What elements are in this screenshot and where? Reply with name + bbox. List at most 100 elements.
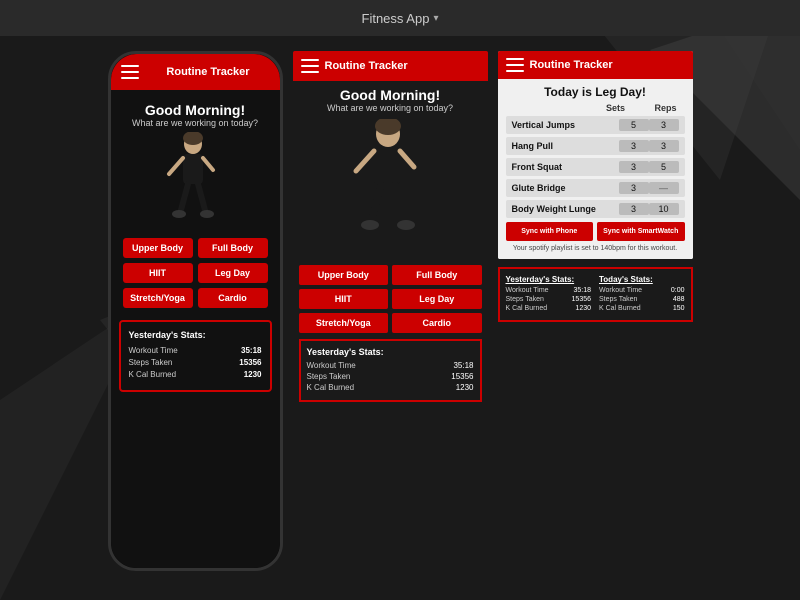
- tracker-card: Routine Tracker Today is Leg Day! Sets R…: [498, 51, 693, 259]
- phone-btn-hiit[interactable]: HIIT: [123, 263, 193, 283]
- phone-stat-value-2: 1230: [244, 370, 262, 379]
- tracker-day-title: Today is Leg Day!: [506, 85, 685, 99]
- tracker-col-sets: Sets: [601, 103, 631, 113]
- app-title-text: Fitness App: [362, 11, 430, 26]
- hamburger-line-3: [121, 77, 139, 79]
- yesterday-stats-title: Yesterday's Stats:: [506, 275, 592, 284]
- yesterday-label-2: K Cal Burned: [506, 305, 548, 312]
- exercise-reps-2: 5: [649, 161, 679, 173]
- phone-stat-label-0: Workout Time: [129, 346, 178, 355]
- exercise-sets-2: 3: [619, 161, 649, 173]
- phone-subtitle: What are we working on today?: [132, 118, 258, 128]
- today-value-0: 0:00: [671, 287, 685, 294]
- exercise-sets-0: 5: [619, 119, 649, 131]
- tracker-col-reps: Reps: [651, 103, 681, 113]
- phone-stats-title: Yesterday's Stats:: [129, 330, 262, 340]
- exercise-row-1: Hang Pull 3 3: [506, 137, 685, 155]
- phone-mockup: Routine Tracker Good Morning! What are w…: [108, 51, 283, 571]
- sync-phone-button[interactable]: Sync with Phone: [506, 222, 594, 241]
- phone-stat-value-1: 15356: [239, 358, 261, 367]
- tracker-hamburger-icon[interactable]: [506, 58, 524, 72]
- today-stat-row-1: Steps Taken 488: [599, 296, 685, 303]
- phone-fitness-figure: [155, 132, 235, 232]
- yesterday-stat-row-0: Workout Time 35:18: [506, 287, 592, 294]
- middle-stat-row-2: K Cal Burned 1230: [307, 383, 474, 392]
- main-content: Routine Tracker Good Morning! What are w…: [0, 36, 800, 600]
- tracker-hamburger-line-1: [506, 58, 524, 60]
- phone-btn-leg-day[interactable]: Leg Day: [198, 263, 268, 283]
- tracker-title: Routine Tracker: [530, 59, 613, 71]
- middle-btn-upper-body[interactable]: Upper Body: [299, 265, 389, 285]
- today-stat-row-2: K Cal Burned 150: [599, 305, 685, 312]
- phone-stat-row-1: Steps Taken 15356: [129, 358, 262, 367]
- yesterday-label-1: Steps Taken: [506, 296, 544, 303]
- yesterday-value-2: 1230: [575, 305, 591, 312]
- exercise-name-0: Vertical Jumps: [512, 120, 619, 130]
- yesterday-value-0: 35:18: [573, 287, 591, 294]
- middle-panel: Routine Tracker Good Morning! What are w…: [293, 51, 488, 408]
- middle-stat-label-2: K Cal Burned: [307, 383, 355, 392]
- exercise-name-4: Body Weight Lunge: [512, 204, 619, 214]
- middle-hamburger-line-3: [301, 71, 319, 73]
- today-label-0: Workout Time: [599, 287, 642, 294]
- today-label-2: K Cal Burned: [599, 305, 641, 312]
- exercise-reps-1: 3: [649, 140, 679, 152]
- yesterday-stats-col: Yesterday's Stats: Workout Time 35:18 St…: [506, 275, 592, 314]
- bottom-stats-cols: Yesterday's Stats: Workout Time 35:18 St…: [506, 275, 685, 314]
- yesterday-stat-row-1: Steps Taken 15356: [506, 296, 592, 303]
- tracker-hamburger-line-2: [506, 64, 524, 66]
- exercise-row-4: Body Weight Lunge 3 10: [506, 200, 685, 218]
- phone-stat-label-1: Steps Taken: [129, 358, 173, 367]
- yesterday-stat-row-2: K Cal Burned 1230: [506, 305, 592, 312]
- middle-btn-cardio[interactable]: Cardio: [392, 313, 482, 333]
- middle-stat-label-0: Workout Time: [307, 361, 356, 370]
- middle-stat-value-2: 1230: [456, 383, 474, 392]
- middle-panel-body: Good Morning! What are we working on tod…: [293, 81, 488, 408]
- middle-hamburger-line-2: [301, 65, 319, 67]
- yesterday-value-1: 15356: [572, 296, 591, 303]
- phone-app-body: Good Morning! What are we working on tod…: [111, 90, 280, 400]
- sync-buttons: Sync with Phone Sync with SmartWatch: [506, 222, 685, 241]
- yesterday-label-0: Workout Time: [506, 287, 549, 294]
- exercise-row-3: Glute Bridge 3 —: [506, 179, 685, 197]
- exercise-name-2: Front Squat: [512, 162, 619, 172]
- sync-watch-button[interactable]: Sync with SmartWatch: [597, 222, 685, 241]
- middle-stat-value-0: 35:18: [453, 361, 473, 370]
- tracker-body: Today is Leg Day! Sets Reps Vertical Jum…: [498, 79, 693, 259]
- middle-panel-header: Routine Tracker: [293, 51, 488, 81]
- middle-btn-hiit[interactable]: HIIT: [299, 289, 389, 309]
- middle-hamburger-line-1: [301, 59, 319, 61]
- today-stats-col: Today's Stats: Workout Time 0:00 Steps T…: [599, 275, 685, 314]
- phone-app-header: Routine Tracker: [111, 54, 280, 90]
- phone-btn-stretch[interactable]: Stretch/Yoga: [123, 288, 193, 308]
- exercise-sets-4: 3: [619, 203, 649, 215]
- middle-btn-full-body[interactable]: Full Body: [392, 265, 482, 285]
- app-title[interactable]: Fitness App ▾: [362, 11, 439, 26]
- chevron-down-icon: ▾: [433, 13, 438, 24]
- middle-hamburger-icon[interactable]: [301, 59, 319, 73]
- hamburger-line-1: [121, 65, 139, 67]
- middle-stat-row-1: Steps Taken 15356: [307, 372, 474, 381]
- middle-figure-container: [299, 119, 482, 259]
- phone-header-title: Routine Tracker: [147, 66, 270, 78]
- middle-workout-buttons: Upper Body Full Body HIIT Leg Day Stretc…: [299, 265, 482, 333]
- exercise-name-1: Hang Pull: [512, 141, 619, 151]
- middle-btn-leg-day[interactable]: Leg Day: [392, 289, 482, 309]
- exercise-reps-0: 3: [649, 119, 679, 131]
- exercise-sets-1: 3: [619, 140, 649, 152]
- phone-stats-box: Yesterday's Stats: Workout Time 35:18 St…: [119, 320, 272, 392]
- exercise-row-2: Front Squat 3 5: [506, 158, 685, 176]
- today-stats-title: Today's Stats:: [599, 275, 685, 284]
- top-bar: Fitness App ▾: [0, 0, 800, 36]
- middle-subtitle: What are we working on today?: [299, 103, 482, 113]
- today-value-1: 488: [673, 296, 685, 303]
- middle-stat-label-1: Steps Taken: [307, 372, 351, 381]
- today-value-2: 150: [673, 305, 685, 312]
- exercise-reps-4: 10: [649, 203, 679, 215]
- middle-stat-value-1: 15356: [451, 372, 473, 381]
- middle-btn-stretch[interactable]: Stretch/Yoga: [299, 313, 389, 333]
- phone-btn-cardio[interactable]: Cardio: [198, 288, 268, 308]
- exercise-reps-3: —: [649, 182, 679, 194]
- hamburger-icon[interactable]: [121, 65, 139, 79]
- today-stat-row-0: Workout Time 0:00: [599, 287, 685, 294]
